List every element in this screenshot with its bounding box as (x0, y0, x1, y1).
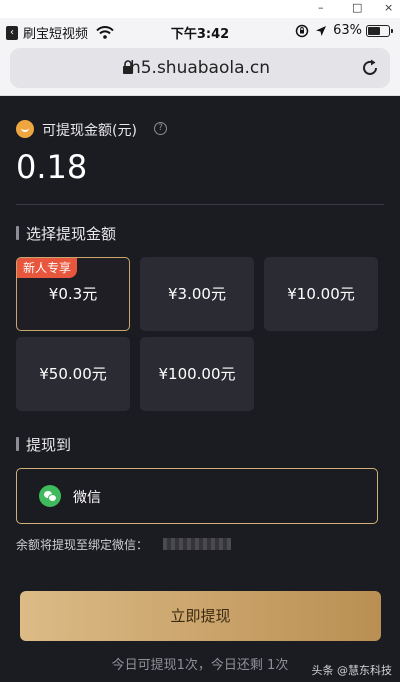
new-user-badge: 新人专享 (17, 258, 78, 278)
browser-address-bar: h5.shuabaola.cn (0, 46, 400, 96)
wechat-icon (39, 485, 61, 507)
blurred-account (163, 538, 231, 550)
destination-section-title: 提现到 (26, 436, 72, 454)
section-marker (16, 226, 19, 240)
amount-option[interactable]: ¥10.00元 (264, 257, 378, 331)
amount-option-label: ¥3.00元 (168, 285, 226, 303)
reload-icon[interactable] (360, 58, 380, 78)
battery-icon (366, 24, 393, 37)
amount-section-title: 选择提现金额 (26, 225, 117, 243)
window-titlebar: – □ × (0, 0, 400, 18)
location-icon (316, 25, 327, 36)
divider (16, 204, 384, 205)
url-text: h5.shuabaola.cn (129, 58, 271, 78)
watermark: 头条 @慧东科技 (311, 664, 393, 677)
amount-option[interactable]: ¥50.00元 (16, 337, 130, 411)
help-icon[interactable]: ? (154, 122, 167, 135)
amount-option-label: ¥100.00元 (158, 365, 236, 383)
balance-label: 可提现金额(元) (42, 123, 137, 139)
balance-value: 0.18 (16, 148, 88, 186)
amount-option[interactable]: ¥3.00元 (140, 257, 254, 331)
bound-wechat-hint: 余额将提现至绑定微信： (16, 538, 149, 552)
amount-option-label: ¥0.3元 (48, 285, 98, 303)
withdraw-page: 可提现金额(元) ? 0.18 选择提现金额 新人专享 ¥0.3元 ¥3.00元… (0, 96, 400, 682)
orientation-lock-icon (295, 24, 309, 37)
wechat-label: 微信 (73, 490, 101, 506)
url-field[interactable]: h5.shuabaola.cn (10, 48, 390, 88)
maximize-button[interactable]: □ (352, 1, 362, 14)
amount-option-label: ¥50.00元 (39, 365, 107, 383)
battery-percent: 63% (333, 23, 362, 38)
amount-option-label: ¥10.00元 (287, 285, 355, 303)
status-bar: ‹ 刷宝短视频 下午3:42 63% (0, 18, 400, 46)
coin-icon (16, 120, 34, 138)
withdraw-button[interactable]: 立即提现 (20, 591, 381, 641)
close-button[interactable]: × (384, 1, 393, 14)
section-marker (16, 437, 19, 451)
minimize-button[interactable]: – (318, 1, 324, 14)
amount-option[interactable]: ¥100.00元 (140, 337, 254, 411)
amount-option[interactable]: 新人专享 ¥0.3元 (16, 257, 130, 331)
wechat-method-option[interactable]: 微信 (16, 468, 378, 524)
